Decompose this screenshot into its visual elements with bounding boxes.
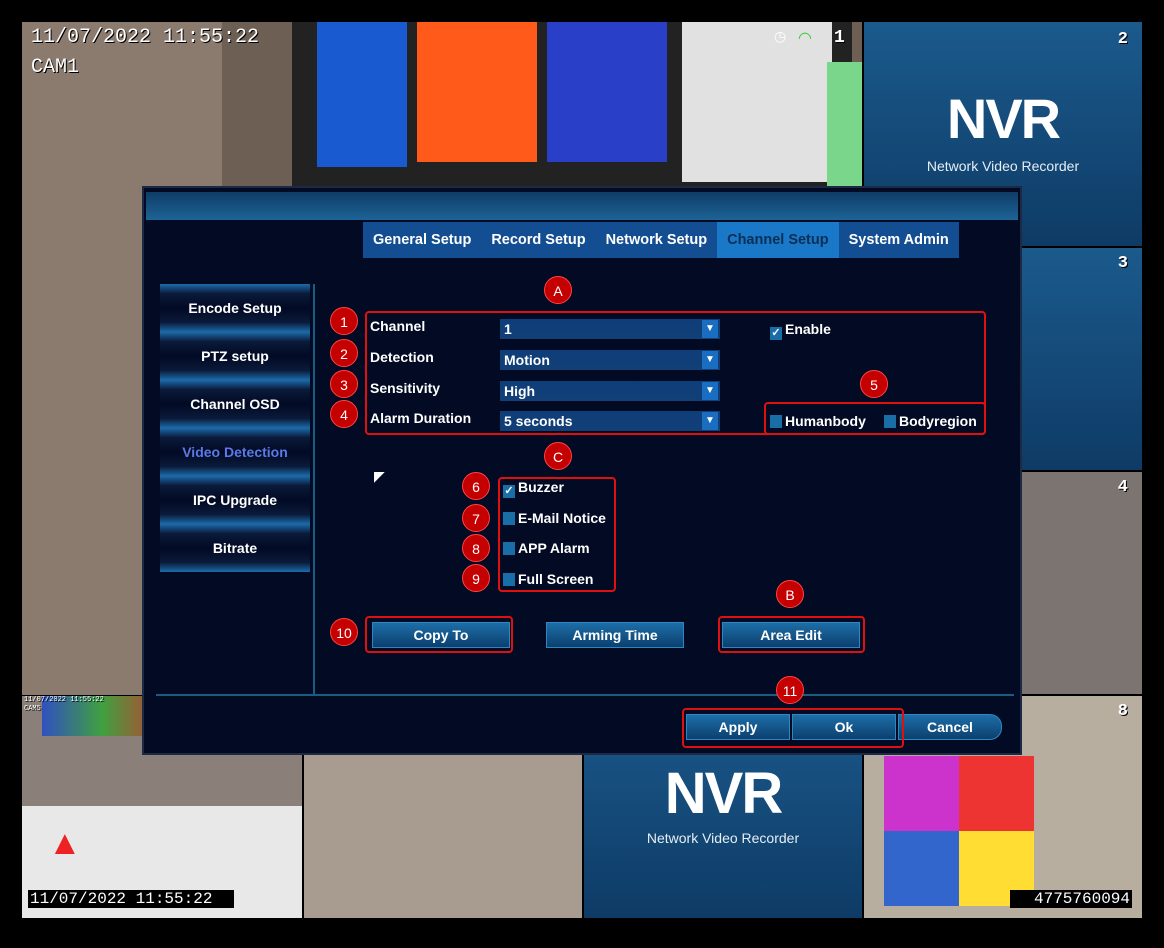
mouse-cursor-icon: ◤ bbox=[374, 468, 385, 484]
annotation-badge: 3 bbox=[330, 370, 358, 398]
channel-number: 1 bbox=[834, 28, 845, 48]
annotation-badge: 5 bbox=[860, 370, 888, 398]
annotation-box-10 bbox=[365, 616, 513, 653]
dialog-title-bar bbox=[146, 192, 1018, 220]
tab-record-setup[interactable]: Record Setup bbox=[481, 222, 595, 258]
tab-general-setup[interactable]: General Setup bbox=[363, 222, 481, 258]
divider bbox=[313, 284, 315, 696]
annotation-badge: 4 bbox=[330, 400, 358, 428]
main-camera-name: CAM1 bbox=[31, 56, 80, 79]
divider bbox=[156, 694, 1014, 696]
annotation-badge: C bbox=[544, 442, 572, 470]
tab-channel-setup[interactable]: Channel Setup bbox=[717, 222, 839, 258]
annotation-badge: 8 bbox=[462, 534, 490, 562]
sidebar-item-ptz-setup[interactable]: PTZ setup bbox=[160, 332, 310, 380]
sidebar: Encode Setup PTZ setup Channel OSD Video… bbox=[160, 284, 310, 572]
annotation-badge: 7 bbox=[462, 504, 490, 532]
sidebar-item-video-detection[interactable]: Video Detection bbox=[160, 428, 310, 476]
alarm-warning-icon: ▲ bbox=[48, 824, 82, 862]
sidebar-item-ipc-upgrade[interactable]: IPC Upgrade bbox=[160, 476, 310, 524]
sidebar-item-channel-osd[interactable]: Channel OSD bbox=[160, 380, 310, 428]
cancel-button[interactable]: Cancel bbox=[898, 714, 1002, 740]
tab-network-setup[interactable]: Network Setup bbox=[596, 222, 718, 258]
annotation-badge: 6 bbox=[462, 472, 490, 500]
annotation-badge: B bbox=[776, 580, 804, 608]
clock-icon: ◷ bbox=[774, 28, 787, 44]
main-datetime: 11/07/2022 11:55:22 bbox=[31, 26, 260, 49]
wifi-icon: ◠ bbox=[798, 30, 812, 47]
annotation-box-c bbox=[498, 477, 616, 592]
arming-time-button[interactable]: Arming Time bbox=[546, 622, 684, 648]
device-id: 4775760094 bbox=[1009, 890, 1132, 908]
annotation-badge: 2 bbox=[330, 339, 358, 367]
main-tabs: General Setup Record Setup Network Setup… bbox=[363, 222, 959, 258]
sidebar-item-encode-setup[interactable]: Encode Setup bbox=[160, 284, 310, 332]
annotation-badge: 11 bbox=[776, 676, 804, 704]
sidebar-item-bitrate[interactable]: Bitrate bbox=[160, 524, 310, 572]
annotation-badge: 10 bbox=[330, 618, 358, 646]
annotation-box-11 bbox=[682, 708, 904, 748]
tab-system-admin[interactable]: System Admin bbox=[839, 222, 959, 258]
annotation-badge: 9 bbox=[462, 564, 490, 592]
annotation-box-5 bbox=[764, 402, 986, 435]
channel-setup-dialog: General Setup Record Setup Network Setup… bbox=[142, 186, 1022, 755]
annotation-box-b bbox=[718, 616, 865, 653]
annotation-badge: A bbox=[544, 276, 572, 304]
annotation-badge: 1 bbox=[330, 307, 358, 335]
